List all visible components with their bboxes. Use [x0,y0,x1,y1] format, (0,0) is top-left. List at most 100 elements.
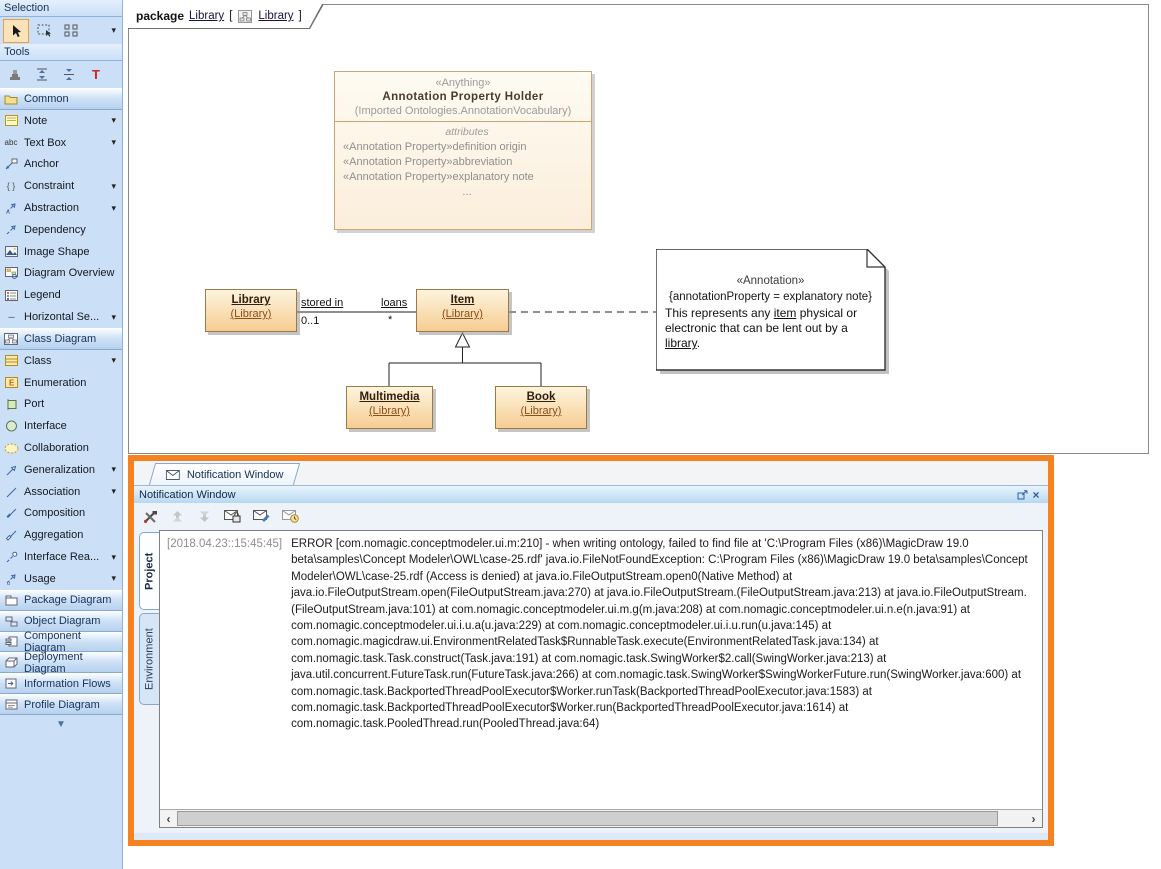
attribute-line[interactable]: «Annotation Property»abbreviation [343,155,591,170]
sidebar-item-composition[interactable]: Composition [0,503,122,525]
sidebar-item-abstraction[interactable]: A Abstraction ▾ [0,197,122,219]
section-header-object-diagram[interactable]: Object Diagram [0,611,122,632]
image-shape-icon [3,244,19,259]
edit-notifications-button[interactable] [251,510,271,523]
sidebar-item-note[interactable]: Note ▾ [0,110,122,132]
multi-select-icon [63,23,79,38]
close-panel-button[interactable]: × [1029,488,1043,501]
class-book[interactable]: Book (Library) [495,386,587,429]
class-item[interactable]: Item (Library) [416,289,509,332]
settings-button[interactable] [141,510,159,523]
package-diagram-icon [3,593,19,608]
sidebar-item-dependency[interactable]: Dependency [0,219,122,241]
sidebar-item-interface[interactable]: Interface [0,415,122,437]
notification-log-area[interactable]: [2018.04.23::15:45:45] ERROR [com.nomagi… [159,530,1043,828]
association-role-stored-in[interactable]: stored in [301,297,343,309]
class-qualifier: (Imported Ontologies.AnnotationVocabular… [337,105,589,117]
usage-dropdown[interactable]: ▾ [111,573,119,584]
attribute-line[interactable]: «Annotation Property»definition origin [343,140,591,155]
sidebar-item-collaboration[interactable]: Collaboration [0,437,122,459]
tab-notification-window[interactable]: Notification Window [149,463,300,485]
marquee-select-tool-button[interactable] [32,20,56,42]
sidebar-item-class[interactable]: Class ▾ [0,350,122,372]
panel-title-bar: Notification Window × [134,486,1048,503]
sidebar-item-diagram-overview[interactable]: Diagram Overview [0,263,122,285]
tab-environment[interactable]: Environment [139,613,159,705]
sidebar-item-enumeration[interactable]: E Enumeration [0,372,122,394]
envelope-clock-icon [282,510,299,523]
interface-realization-icon [3,550,19,565]
package-name-link[interactable]: Library [189,10,224,22]
class-dropdown[interactable]: ▾ [111,355,119,366]
arrow-down-icon [198,510,211,523]
association-icon [3,484,19,499]
notification-history-button[interactable] [280,510,300,523]
abstraction-dropdown[interactable]: ▾ [111,203,119,214]
interface-realization-dropdown[interactable]: ▾ [111,552,119,563]
text-tool-button[interactable]: T [84,64,108,86]
annotation-note[interactable]: «Annotation» {annotationProperty = expla… [656,249,890,375]
note-body-text: This represents any item physical or ele… [665,306,876,351]
next-notification-button[interactable] [195,510,213,523]
tab-project[interactable]: Project [139,532,159,610]
scroll-left-button[interactable]: ‹ [160,810,177,827]
selection-tools-dropdown[interactable]: ▾ [111,25,119,36]
horizontal-separator-dropdown[interactable]: ▾ [111,312,119,323]
section-header-component-diagram[interactable]: Component Diagram [0,632,122,653]
sidebar-item-text-box[interactable]: abc Text Box ▾ [0,132,122,154]
sidebar-item-horizontal-separator[interactable]: --- Horizontal Se... ▾ [0,306,122,328]
envelope-lock-icon [224,510,241,523]
magicdraw-app: { "glyphs": { "dropdown": "▾", "more": "… [0,0,1161,869]
section-header-class-diagram[interactable]: Class Diagram [0,328,122,350]
section-header-common[interactable]: Common [0,88,122,110]
sidebar-item-image-shape[interactable]: Image Shape [0,241,122,263]
vertical-center-tool-button[interactable] [57,64,81,86]
item-link[interactable]: item [774,306,797,320]
section-header-profile-diagram[interactable]: Profile Diagram [0,694,122,715]
lock-notifications-button[interactable] [222,510,242,523]
selection-section-title: Selection [0,0,122,17]
sticky-tool-button[interactable] [3,64,27,86]
association-role-loans[interactable]: loans [381,297,407,309]
palette-expand-button[interactable]: ▼ [0,719,122,730]
sidebar-item-association[interactable]: Association ▾ [0,481,122,503]
association-multiplicity-left[interactable]: 0..1 [301,315,319,327]
aggregation-icon [3,528,19,543]
diagram-canvas[interactable]: package Library [ Library ] «Anything» A… [128,4,1149,454]
sidebar-item-interface-realization[interactable]: Interface Rea... ▾ [0,546,122,568]
scrollbar-thumb[interactable] [177,811,998,826]
generalization-dropdown[interactable]: ▾ [111,464,119,475]
sidebar-item-anchor[interactable]: Anchor [0,154,122,176]
sidebar-item-generalization[interactable]: Generalization ▾ [0,459,122,481]
scroll-right-button[interactable]: › [1025,810,1042,827]
sidebar-item-legend[interactable]: Legend [0,284,122,306]
class-library[interactable]: Library (Library) [205,289,297,332]
sidebar-item-port[interactable]: Port [0,394,122,416]
section-header-information-flows[interactable]: Information Flows [0,673,122,694]
notification-window-panel: Notification Window Notification Window … [128,455,1054,846]
float-panel-button[interactable] [1015,488,1029,501]
previous-notification-button[interactable] [168,510,186,523]
horizontal-scrollbar[interactable]: ‹ › [160,809,1042,827]
pointer-tool-button[interactable] [3,19,29,43]
section-header-deployment-diagram[interactable]: Deployment Diagram [0,652,122,673]
sidebar-item-aggregation[interactable]: Aggregation [0,524,122,546]
multi-select-tool-button[interactable] [59,20,83,42]
note-dropdown[interactable]: ▾ [111,115,119,126]
note-stereotype: «Annotation» [665,275,876,287]
association-dropdown[interactable]: ▾ [111,486,119,497]
attribute-line[interactable]: «Annotation Property»explanatory note [343,170,591,185]
text-box-dropdown[interactable]: ▾ [111,137,119,148]
association-multiplicity-right[interactable]: * [388,314,392,326]
vertical-distribute-tool-button[interactable] [30,64,54,86]
constraint-dropdown[interactable]: ▾ [111,181,119,192]
profile-diagram-icon [3,697,19,712]
class-annotation-property-holder[interactable]: «Anything» Annotation Property Holder (I… [334,71,592,230]
class-multimedia[interactable]: Multimedia (Library) [346,386,433,429]
library-link[interactable]: library [665,336,697,350]
diagram-name-link[interactable]: Library [258,10,293,22]
section-header-package-diagram[interactable]: Package Diagram [0,590,122,611]
note-property-tag: {annotationProperty = explanatory note} [665,287,876,306]
sidebar-item-constraint[interactable]: { } Constraint ▾ [0,175,122,197]
sidebar-item-usage[interactable]: u Usage ▾ [0,568,122,590]
